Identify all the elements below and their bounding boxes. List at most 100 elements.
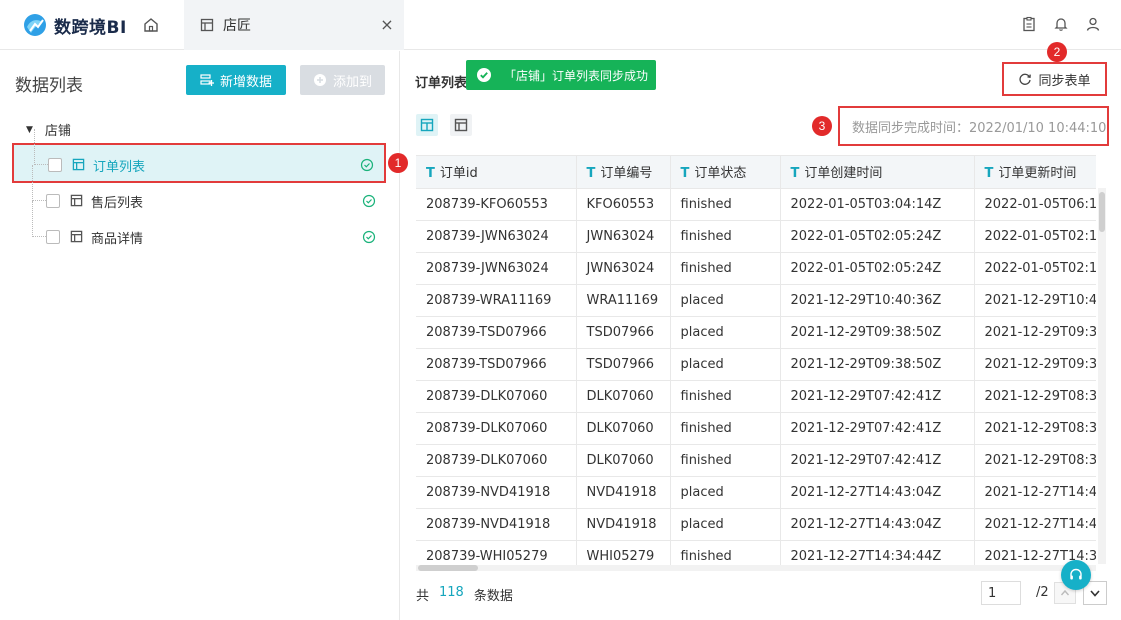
user-icon[interactable] <box>1085 16 1101 32</box>
table-cell: 2021-12-29T09:38:50Z <box>780 316 975 349</box>
table-cell: 2021-12-29T08:39 <box>974 380 1096 413</box>
column-header[interactable]: T 订单创建时间 <box>780 156 975 189</box>
tree-item-label: 商品详情 <box>91 232 144 247</box>
app-logo[interactable]: 数跨境BI <box>22 12 127 38</box>
table-cell: 2021-12-27T14:43:04Z <box>780 476 975 509</box>
data-table: T 订单id T 订单编号 T 订单状态 T 订单创建时间 T 订单更新时间 208739… <box>416 155 1096 565</box>
table-row[interactable]: 208739-KFO60553 KFO60553 finished 2022-01-0… <box>416 188 1096 221</box>
page-total: /2 <box>1036 585 1049 600</box>
tree-item-after-sales-list[interactable]: 售后列表 <box>12 165 386 221</box>
grid-view-button[interactable] <box>450 114 472 136</box>
home-icon[interactable] <box>142 16 160 34</box>
table-cell: placed <box>670 316 781 349</box>
table-row[interactable]: 208739-DLK07060 DLK07060 finished 2021-12-2… <box>416 444 1096 477</box>
scroll-thumb[interactable] <box>1099 192 1105 232</box>
vertical-scrollbar[interactable] <box>1098 188 1106 564</box>
table-icon <box>200 18 214 32</box>
table-cell: 208739-NVD41918 <box>416 508 577 541</box>
table-row[interactable]: 208739-JWN63024 JWN63024 finished 2022-01-0… <box>416 252 1096 285</box>
column-header[interactable]: T 订单状态 <box>670 156 781 189</box>
column-header[interactable]: T 订单更新时间 <box>974 156 1096 189</box>
add-data-button[interactable]: 新增数据 <box>186 65 286 95</box>
table-cell: 2022-01-05T06:17 <box>974 188 1096 221</box>
column-header[interactable]: T 订单id <box>416 156 577 189</box>
sync-success-toast: 「店铺」订单列表同步成功 <box>466 60 656 90</box>
table-cell: 2021-12-27T14:34:44Z <box>780 540 975 565</box>
table-row[interactable]: 208739-DLK07060 DLK07060 finished 2021-12-2… <box>416 412 1096 445</box>
add-to-button[interactable]: 添加到 <box>300 65 385 95</box>
table-cell: 208739-WRA11169 <box>416 284 577 317</box>
table-cell: finished <box>670 412 781 445</box>
table-header-row: T 订单id T 订单编号 T 订单状态 T 订单创建时间 T 订单更新时间 <box>416 156 1096 189</box>
table-row[interactable]: 208739-TSD07966 TSD07966 placed 2021-12-29T… <box>416 316 1096 349</box>
table-view-button[interactable] <box>416 114 438 136</box>
table-row[interactable]: 208739-WHI05279 WHI05279 finished 2021-12-2… <box>416 540 1096 565</box>
table-icon <box>70 194 83 207</box>
caret-down-icon[interactable]: ▼ <box>26 125 33 135</box>
tree-connector <box>32 201 46 237</box>
table-row[interactable]: 208739-TSD07966 TSD07966 placed 2021-12-29T… <box>416 348 1096 381</box>
tab-close-icon[interactable]: × <box>378 15 396 34</box>
column-header[interactable]: T 订单编号 <box>576 156 671 189</box>
clipboard-icon[interactable] <box>1021 16 1037 32</box>
logo-mark-icon <box>24 14 46 36</box>
table-cell: placed <box>670 348 781 381</box>
tree-item-order-list[interactable]: 订单列表 <box>12 129 386 183</box>
table-cell: placed <box>670 284 781 317</box>
table-title: 订单列表 <box>415 76 468 91</box>
scroll-thumb[interactable] <box>418 565 478 571</box>
table-cell: JWN63024 <box>576 220 671 253</box>
table-row[interactable]: 208739-WRA11169 WRA11169 placed 2021-12-29T… <box>416 284 1096 317</box>
table-cell: TSD07966 <box>576 316 671 349</box>
table-cell: finished <box>670 252 781 285</box>
tree-item-product-detail[interactable]: 商品详情 <box>12 201 386 257</box>
total-records: 共 118 条数据 <box>416 585 513 604</box>
table-cell: placed <box>670 508 781 541</box>
tree-root-label: 店铺 <box>44 124 71 139</box>
page-number-input[interactable]: 1 <box>981 581 1021 605</box>
checkbox[interactable] <box>48 158 62 172</box>
customer-service-button[interactable] <box>1061 560 1091 590</box>
table-cell: 2021-12-27T14:43 <box>974 508 1096 541</box>
table-cell: 208739-DLK07060 <box>416 444 577 477</box>
top-bar: 数跨境BI 店匠 × <box>0 0 1121 50</box>
table-cell: finished <box>670 220 781 253</box>
plus-circle-icon <box>313 74 326 86</box>
table-cell: 2021-12-27T14:43:04Z <box>780 508 975 541</box>
total-count: 118 <box>439 585 464 600</box>
table-row[interactable]: 208739-JWN63024 JWN63024 finished 2022-01-0… <box>416 220 1096 253</box>
text-type-icon: T <box>984 166 994 182</box>
table-cell: 2021-12-29T07:42:41Z <box>780 380 975 413</box>
table-cell: 2021-12-29T10:40:36Z <box>780 284 975 317</box>
table-cell: 208739-DLK07060 <box>416 380 577 413</box>
sync-form-button[interactable]: 同步表单 <box>1002 62 1107 96</box>
table-cell: 2021-12-29T07:42:41Z <box>780 412 975 445</box>
tree-connector <box>32 165 46 201</box>
table-cell: 208739-KFO60553 <box>416 188 577 221</box>
tab-dianjiang[interactable]: 店匠 × <box>184 0 404 50</box>
sync-complete-time: 数据同步完成时间：2022/01/10 10:44:10 <box>838 106 1109 146</box>
horizontal-scrollbar[interactable] <box>416 565 1096 571</box>
table-cell: 2021-12-29T09:38:50Z <box>780 348 975 381</box>
table-cell: 2021-12-29T09:39 <box>974 348 1096 381</box>
table-cell: finished <box>670 540 781 565</box>
table-cell: 2022-01-05T02:05:24Z <box>780 252 975 285</box>
grid-view-icon <box>454 118 468 132</box>
checkbox[interactable] <box>46 230 60 244</box>
table-row[interactable]: 208739-DLK07060 DLK07060 finished 2021-12-2… <box>416 380 1096 413</box>
table-cell: NVD41918 <box>576 508 671 541</box>
panel-title: 数据列表 <box>15 76 83 96</box>
table-cell: 2021-12-29T10:40 <box>974 284 1096 317</box>
checkbox[interactable] <box>46 194 60 208</box>
order-table: T 订单id T 订单编号 T 订单状态 T 订单创建时间 T 订单更新时间 208739… <box>416 156 1096 565</box>
table-row[interactable]: 208739-NVD41918 NVD41918 placed 2021-12-27T… <box>416 476 1096 509</box>
refresh-icon <box>1019 73 1032 85</box>
toast-text: 「店铺」订单列表同步成功 <box>504 68 649 83</box>
table-row[interactable]: 208739-NVD41918 NVD41918 placed 2021-12-27T… <box>416 508 1096 541</box>
bell-icon[interactable] <box>1053 16 1069 32</box>
table-cell: 208739-TSD07966 <box>416 316 577 349</box>
tree-root-shop[interactable]: ▼ 店铺 <box>26 120 71 139</box>
table-cell: KFO60553 <box>576 188 671 221</box>
tree-item-label: 订单列表 <box>93 160 146 175</box>
table-cell: 2021-12-27T14:43 <box>974 476 1096 509</box>
